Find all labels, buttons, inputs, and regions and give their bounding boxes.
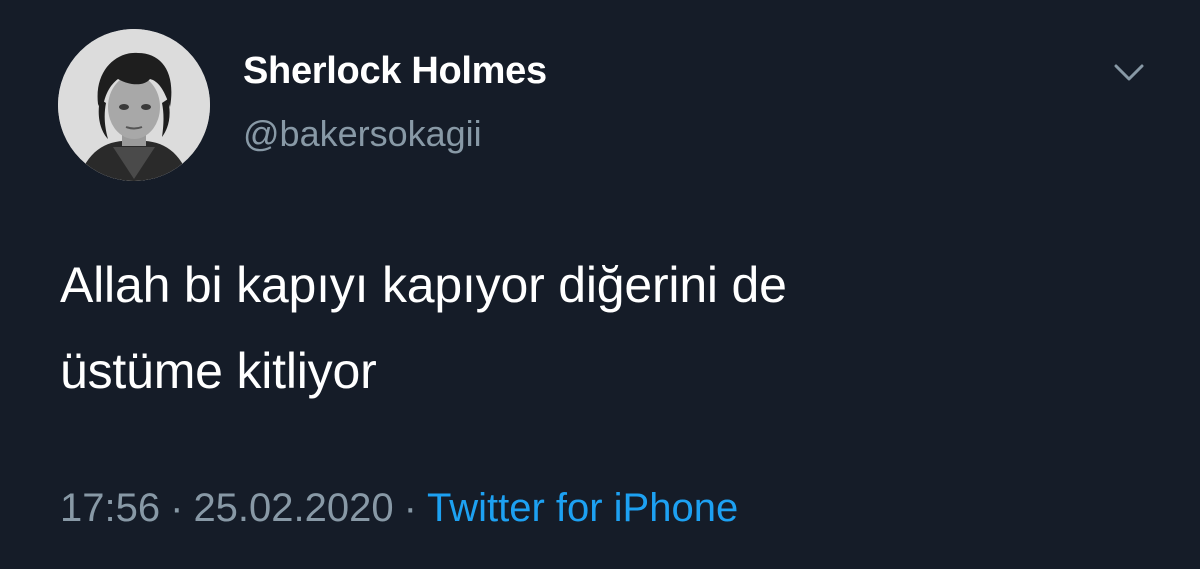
avatar[interactable] — [58, 29, 210, 181]
display-name[interactable]: Sherlock Holmes — [243, 50, 547, 93]
tweet-source-link[interactable]: Twitter for iPhone — [427, 486, 738, 530]
avatar-image — [58, 29, 210, 181]
chevron-down-icon[interactable] — [1111, 58, 1147, 86]
meta-separator: · — [403, 486, 417, 530]
tweet-time[interactable]: 17:56 — [60, 486, 160, 530]
tweet-meta: 17:56 · 25.02.2020 · Twitter for iPhone — [60, 486, 738, 531]
meta-separator: · — [170, 486, 184, 530]
tweet-card: Sherlock Holmes @bakersokagii Allah bi k… — [0, 0, 1200, 569]
tweet-date[interactable]: 25.02.2020 — [193, 486, 393, 530]
tweet-text-line: Allah bi kapıyı kapıyor diğerini de — [60, 257, 787, 313]
tweet-text-line: üstüme kitliyor — [60, 343, 377, 399]
user-handle[interactable]: @bakersokagii — [243, 113, 482, 155]
tweet-text: Allah bi kapıyı kapıyor diğerini de üstü… — [60, 242, 1140, 414]
